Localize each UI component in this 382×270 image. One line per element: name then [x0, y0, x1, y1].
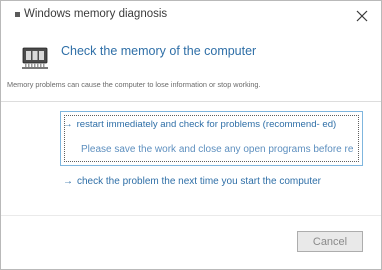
- arrow-right-icon: →: [63, 176, 73, 187]
- restart-now-label: restart immediately and check for proble…: [76, 119, 337, 130]
- window-title: Windows memory diagnosis: [24, 8, 168, 20]
- memory-chip-icon: [22, 47, 48, 69]
- check-next-startup-option[interactable]: → check the problem the next time you sta…: [63, 176, 363, 203]
- page-title: Check the memory of the computer: [61, 44, 257, 58]
- arrow-right-icon: →: [63, 119, 73, 130]
- warning-text: Memory problems can cause the computer t…: [7, 80, 261, 89]
- footer-divider: [1, 215, 381, 216]
- divider: [1, 101, 381, 102]
- app-icon: [15, 12, 20, 17]
- restart-now-title: → restart immediately and check for probl…: [63, 119, 353, 131]
- close-icon: [356, 10, 368, 22]
- close-button[interactable]: [351, 5, 373, 27]
- memory-diagnostic-dialog: Windows memory diagnosis Check the memor…: [0, 0, 382, 270]
- title-bar[interactable]: Windows memory diagnosis: [1, 1, 381, 31]
- restart-now-option[interactable]: → restart immediately and check for probl…: [60, 111, 363, 166]
- cancel-button[interactable]: Cancel: [297, 231, 363, 252]
- check-next-startup-label: check the problem the next time you star…: [77, 176, 322, 187]
- restart-now-description: Please save the work and close any open …: [81, 144, 354, 155]
- check-next-startup-title: → check the problem the next time you sta…: [63, 176, 333, 188]
